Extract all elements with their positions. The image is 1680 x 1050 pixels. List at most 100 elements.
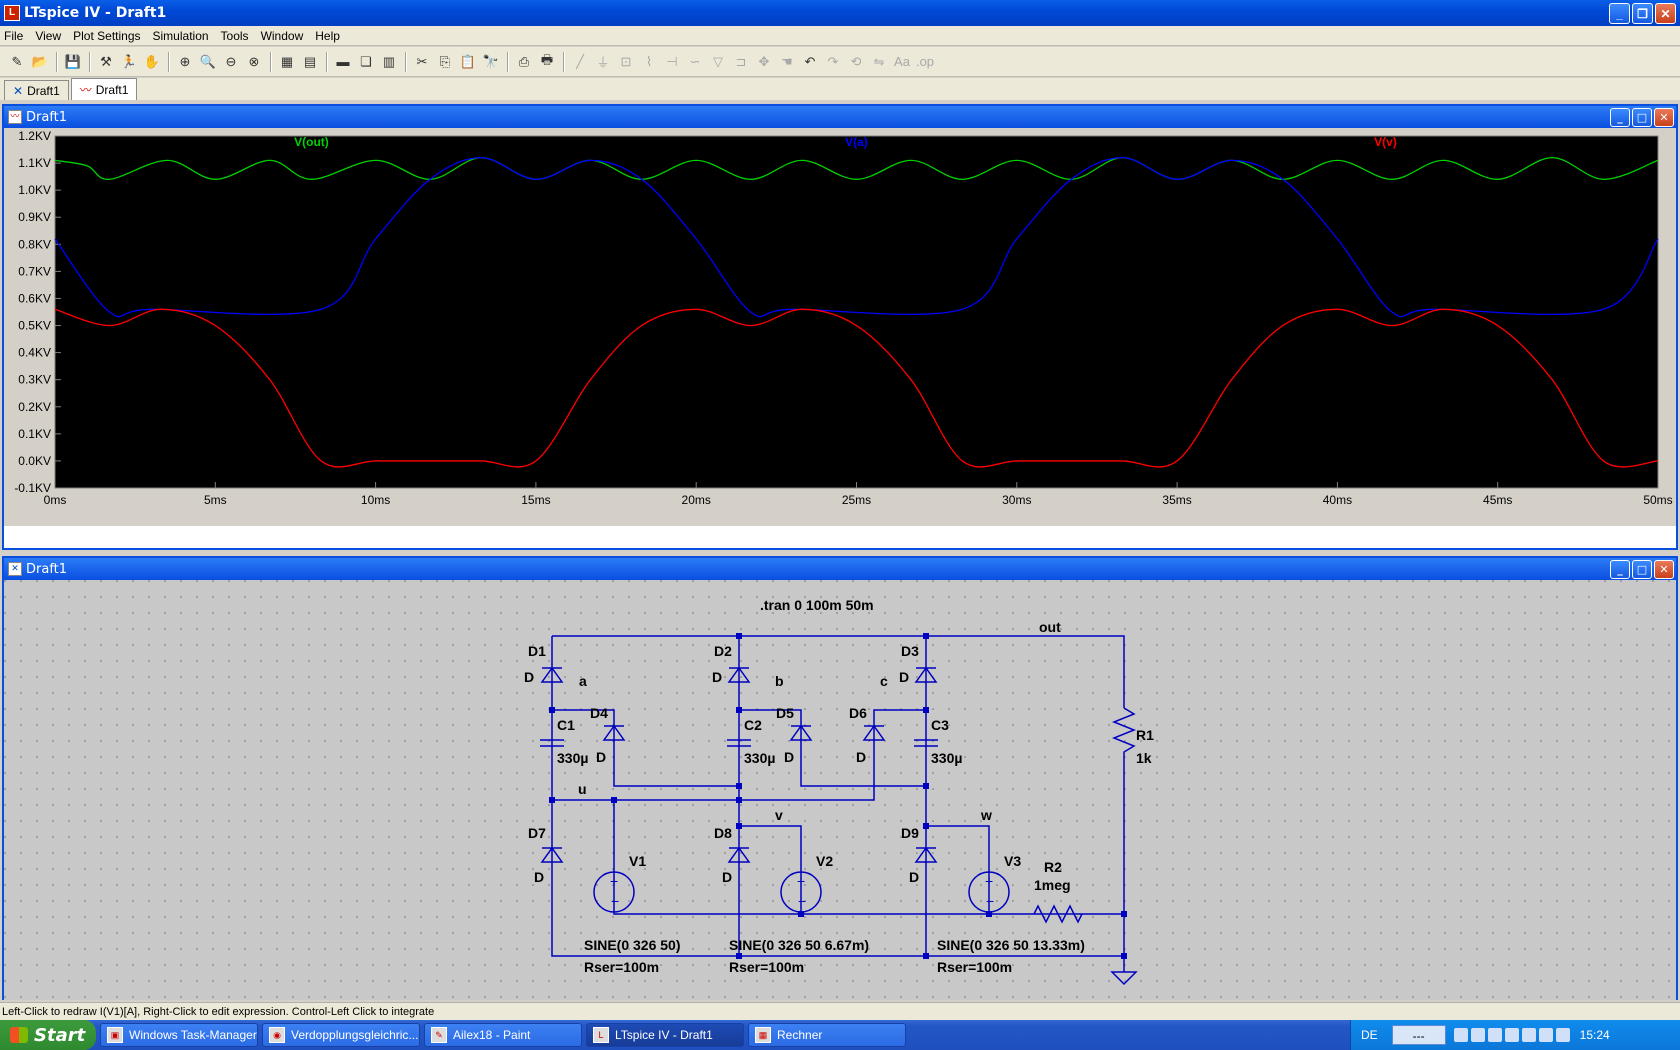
safely-remove-icon[interactable] (1538, 1028, 1553, 1042)
menu-window[interactable]: Window (261, 29, 304, 43)
waveform-window-title: Draft1 (26, 109, 68, 125)
text-icon[interactable]: Aa (891, 51, 913, 73)
menu-simulation[interactable]: Simulation (153, 29, 209, 43)
waveform-plot[interactable]: V(out) V(a) V(v) 1.2KV 1.1KV 1.0KV 0.9KV 0.8KV… (4, 128, 1676, 526)
label-d6: D6 (849, 705, 867, 721)
copy-icon[interactable]: ⎘ (434, 51, 456, 73)
menu-plot-settings[interactable]: Plot Settings (73, 29, 140, 43)
start-button[interactable]: Start (0, 1020, 96, 1050)
update-icon[interactable] (1521, 1028, 1536, 1042)
close-button[interactable]: ✕ (1655, 3, 1676, 24)
open-icon[interactable]: 📂 (29, 51, 51, 73)
task-ltspice[interactable]: L LTspice IV - Draft1 (586, 1023, 744, 1047)
inductor-icon[interactable]: ∽ (684, 51, 706, 73)
tab-waveform[interactable]: 〰 Draft1 (70, 78, 138, 100)
menu-tools[interactable]: Tools (221, 29, 249, 43)
new-schematic-icon[interactable]: ✎ (6, 51, 28, 73)
cut-icon[interactable]: ✂ (411, 51, 433, 73)
ground-icon[interactable]: ⏚ (592, 51, 614, 73)
find-icon[interactable]: 🔭 (480, 51, 502, 73)
menu-view[interactable]: View (35, 29, 61, 43)
label-c3: C3 (931, 717, 949, 733)
cascade-icon[interactable]: ❏ (355, 51, 377, 73)
task-paint[interactable]: ✎ Ailex18 - Paint (424, 1023, 582, 1047)
zoom-out-icon[interactable]: ⊖ (220, 51, 242, 73)
paste-icon[interactable]: 📋 (457, 51, 479, 73)
drag-icon[interactable]: ☚ (776, 51, 798, 73)
task-calculator[interactable]: ▦ Rechner (748, 1023, 906, 1047)
tab-label: Draft1 (27, 83, 60, 98)
network-icon[interactable] (1453, 1028, 1468, 1042)
task-task-manager[interactable]: ▣ Windows Task-Manager (100, 1023, 258, 1047)
net-label-b: b (775, 673, 784, 689)
tile-vertical-icon[interactable]: ▥ (378, 51, 400, 73)
waveform-window-titlebar[interactable]: 〰 Draft1 _ □ ✕ (4, 106, 1676, 128)
schematic-window[interactable]: ✕ Draft1 _ □ ✕ + − + − + − .tran 0 100m … (2, 556, 1678, 1000)
mirror-icon[interactable]: ⇋ (868, 51, 890, 73)
print-icon[interactable]: 🖶 (536, 51, 558, 73)
model-d9: D (909, 869, 919, 885)
schematic-window-titlebar[interactable]: ✕ Draft1 _ □ ✕ (4, 558, 1676, 580)
maximize-button[interactable]: □ (1632, 560, 1652, 579)
volume-icon[interactable] (1487, 1028, 1502, 1042)
label-v1: V1 (629, 853, 646, 869)
security-icon[interactable] (1470, 1028, 1485, 1042)
tran-directive[interactable]: .tran 0 100m 50m (760, 597, 874, 613)
trace-label-1[interactable]: V(a) (845, 135, 868, 149)
task-firefox[interactable]: ◉ Verdopplungsgleichric... (262, 1023, 420, 1047)
battery-icon[interactable] (1504, 1028, 1519, 1042)
halt-icon[interactable]: ✋ (141, 51, 163, 73)
plot-pane[interactable]: V(out) V(a) V(v) 1.2KV 1.1KV 1.0KV 0.9KV 0.8KV… (4, 128, 1676, 526)
run-icon[interactable]: 🏃 (118, 51, 140, 73)
minimize-button[interactable]: _ (1610, 108, 1630, 127)
save-icon[interactable]: 💾 (62, 51, 84, 73)
capacitor-icon[interactable]: ⊣ (661, 51, 683, 73)
redo-icon[interactable]: ↷ (822, 51, 844, 73)
diode-icon[interactable]: ▽ (707, 51, 729, 73)
tile-horizontal-icon[interactable]: ▬ (332, 51, 354, 73)
label-d8: D8 (714, 825, 732, 841)
language-indicator[interactable]: DE (1361, 1028, 1378, 1042)
zoom-in-icon[interactable]: ⊕ (174, 51, 196, 73)
app-titlebar[interactable]: L LTspice IV - Draft1 _ ❐ ✕ (0, 0, 1680, 26)
undo-icon[interactable]: ↶ (799, 51, 821, 73)
menu-help[interactable]: Help (315, 29, 340, 43)
resistor-icon[interactable]: ⌇ (638, 51, 660, 73)
restore-button[interactable]: ❐ (1632, 3, 1653, 24)
move-icon[interactable]: ✥ (753, 51, 775, 73)
y-tick-label: 0.9KV (18, 210, 51, 224)
waveform-window[interactable]: 〰 Draft1 _ □ ✕ V(out) V(a) V(v) 1.2KV 1.1KV… (2, 104, 1678, 550)
close-button[interactable]: ✕ (1654, 108, 1674, 127)
pick-visible-traces-icon[interactable]: ▤ (299, 51, 321, 73)
schematic-drawing[interactable]: +− +− +− .tran 0 100m 50m out a b c u v … (4, 580, 1676, 1000)
input-field[interactable]: --- (1391, 1025, 1446, 1045)
spec-v3: SINE(0 326 50 13.33m) (937, 937, 1085, 953)
y-tick-label: 0.6KV (18, 291, 51, 305)
y-tick-label: 0.0KV (18, 454, 51, 468)
component-icon[interactable]: ⊐ (730, 51, 752, 73)
wire-icon[interactable]: ╱ (569, 51, 591, 73)
trace-label-2[interactable]: V(v) (1374, 135, 1397, 149)
schematic-canvas[interactable]: + − + − + − .tran 0 100m 50m out a b c u… (4, 580, 1676, 1000)
minimize-button[interactable]: _ (1610, 560, 1630, 579)
close-button[interactable]: ✕ (1654, 560, 1674, 579)
spice-directive-icon[interactable]: .op (914, 51, 936, 73)
pan-icon[interactable]: 🔍 (197, 51, 219, 73)
y-tick-label: 1.0KV (18, 183, 51, 197)
rotate-icon[interactable]: ⟲ (845, 51, 867, 73)
autorange-icon[interactable]: ▦ (276, 51, 298, 73)
zoom-fit-icon[interactable]: ⊗ (243, 51, 265, 73)
status-text: Left-Click to redraw I(V1)[A], Right-Cli… (2, 1005, 435, 1018)
y-tick-label: 0.5KV (18, 319, 51, 333)
menu-file[interactable]: File (4, 29, 23, 43)
print-setup-icon[interactable]: ⎙ (513, 51, 535, 73)
antivirus-icon[interactable] (1555, 1028, 1570, 1042)
control-panel-icon[interactable]: ⚒ (95, 51, 117, 73)
svg-text:+: + (610, 873, 618, 889)
trace-label-0[interactable]: V(out) (294, 135, 329, 149)
label-net-icon[interactable]: ⊡ (615, 51, 637, 73)
label-c1: C1 (557, 717, 575, 733)
minimize-button[interactable]: _ (1609, 3, 1630, 24)
tab-schematic[interactable]: ✕ Draft1 (4, 80, 69, 100)
maximize-button[interactable]: □ (1632, 108, 1652, 127)
